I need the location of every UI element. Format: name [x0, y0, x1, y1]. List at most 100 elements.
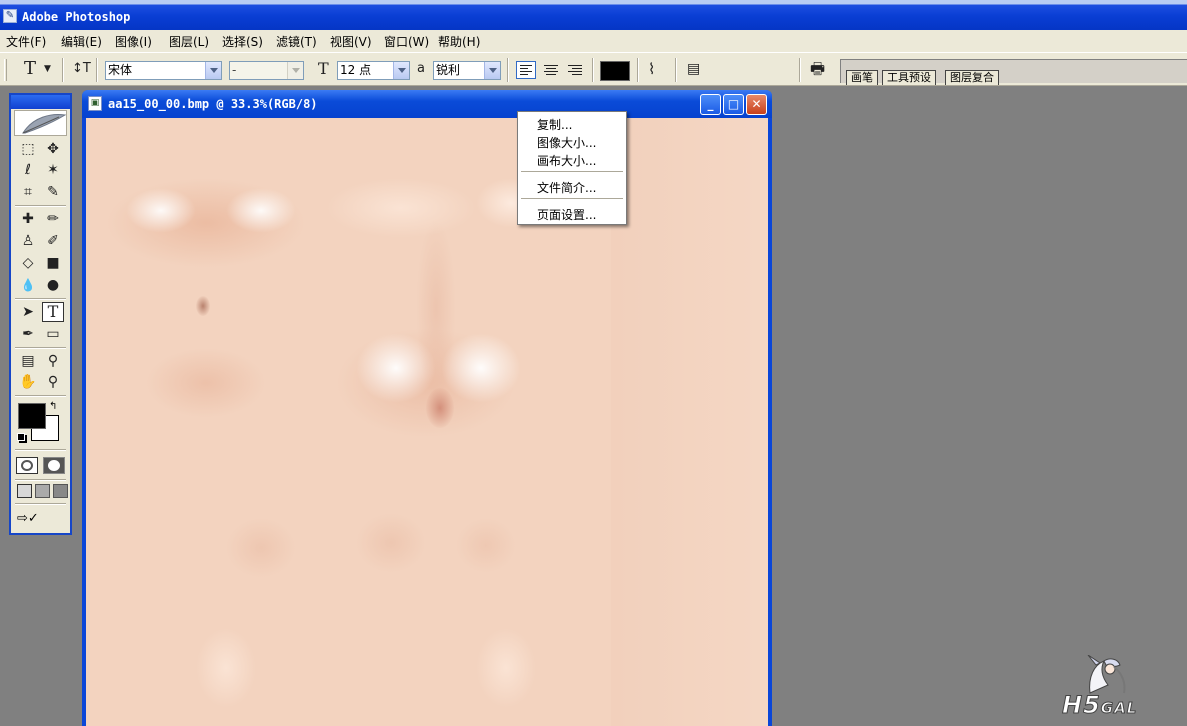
screen-mode-full-menu-button[interactable] — [35, 484, 50, 498]
lasso-tool-icon[interactable]: ℓ — [17, 160, 39, 180]
chevron-down-icon[interactable] — [205, 62, 221, 79]
menu-filter[interactable]: 滤镜(T) — [276, 33, 317, 50]
watermark-text: H5GAL — [1062, 691, 1138, 720]
screen-mode-standard-button[interactable] — [17, 484, 32, 498]
menu-item-duplicate[interactable]: 复制... — [537, 116, 572, 133]
align-center-button[interactable] — [541, 61, 561, 79]
texture-shading — [146, 348, 266, 418]
chevron-down-icon[interactable] — [287, 62, 303, 79]
brush-tool-icon[interactable]: ✏ — [42, 209, 64, 229]
move-tool-icon[interactable]: ✥ — [42, 139, 64, 159]
document-title: aa15_00_00.bmp @ 33.3%(RGB/8) — [108, 97, 318, 111]
menu-item-file-info[interactable]: 文件简介... — [537, 179, 596, 196]
palettes-toggle-icon[interactable]: ▤ — [687, 59, 700, 79]
options-separator — [637, 58, 639, 82]
healing-brush-icon[interactable]: ✚ — [17, 209, 39, 229]
hand-tool-icon[interactable]: ✋ — [17, 372, 39, 392]
file-browser-icon[interactable]: 🖶 — [810, 59, 825, 79]
slice-tool-icon[interactable]: ✎ — [42, 182, 64, 202]
foreground-color-swatch[interactable] — [18, 403, 46, 429]
tab-tool-presets[interactable]: 工具预设 — [882, 70, 936, 85]
toolbox: ⬚ ✥ ℓ ✶ ⌗ ✎ ✚ ✏ ♙ ✐ ◇ ■ 💧 ● ➤ T ✒ ▭ ▤ ⚲ … — [9, 93, 72, 535]
type-tool-preset-icon[interactable]: T — [24, 59, 36, 79]
watermark-text-main: H5 — [1062, 691, 1101, 720]
dodge-tool-icon[interactable]: ● — [42, 275, 64, 295]
menu-window[interactable]: 窗口(W) — [384, 33, 429, 50]
jump-to-imageready-icon[interactable]: ⇨✓ — [17, 510, 63, 528]
default-colors-icon[interactable] — [17, 433, 25, 441]
toolbox-separator — [15, 395, 66, 397]
tab-brushes[interactable]: 画笔 — [846, 70, 878, 85]
swap-colors-icon[interactable]: ↰ — [49, 401, 57, 412]
screen-mode-full-button[interactable] — [53, 484, 68, 498]
app-titlebar: ✎ Adobe Photoshop — [0, 0, 1187, 30]
menu-view[interactable]: 视图(V) — [330, 33, 372, 50]
standard-mode-button[interactable] — [16, 457, 38, 474]
tab-layer-comps[interactable]: 图层复合 — [945, 70, 999, 85]
menu-item-page-setup[interactable]: 页面设置... — [537, 206, 596, 223]
text-color-swatch[interactable] — [600, 61, 630, 81]
type-tool-icon[interactable]: T — [42, 302, 64, 322]
crop-tool-icon[interactable]: ⌗ — [17, 182, 39, 202]
align-right-button[interactable] — [565, 61, 585, 79]
options-separator — [592, 58, 594, 82]
anti-alias-select[interactable]: 锐利 — [433, 61, 501, 80]
menu-item-image-size[interactable]: 图像大小... — [537, 134, 596, 151]
marquee-tool-icon[interactable]: ⬚ — [17, 139, 39, 159]
notes-tool-icon[interactable]: ▤ — [17, 351, 39, 371]
path-select-icon[interactable]: ➤ — [17, 302, 39, 322]
chevron-down-icon[interactable] — [484, 62, 500, 79]
palette-well: 画笔 工具预设 图层复合 — [840, 59, 1187, 85]
options-separator — [799, 58, 801, 82]
shape-tool-icon[interactable]: ▭ — [42, 324, 64, 344]
anti-alias-icon: a — [417, 61, 425, 76]
menu-layer[interactable]: 图层(L) — [169, 33, 209, 50]
options-bar: T ▼ ↕T 宋体 - T 12 点 a 锐利 ⌇ ▤ 🖶 画笔 工具预设 图层… — [0, 52, 1187, 86]
toolbox-titlebar[interactable] — [11, 95, 70, 109]
clone-stamp-icon[interactable]: ♙ — [17, 231, 39, 251]
font-style-select[interactable]: - — [229, 61, 304, 80]
menu-select[interactable]: 选择(S) — [222, 33, 263, 50]
quick-mask-mode-button[interactable] — [43, 457, 65, 474]
options-separator — [507, 58, 509, 82]
chevron-down-icon[interactable] — [393, 62, 409, 79]
zoom-tool-icon[interactable]: ⚲ — [42, 372, 64, 392]
watermark-text-small: GAL — [1100, 699, 1138, 718]
minimize-button[interactable]: _ — [700, 94, 721, 115]
menu-edit[interactable]: 编辑(E) — [61, 33, 102, 50]
texture-highlight — [326, 178, 476, 238]
document-titlebar[interactable]: ▣ aa15_00_00.bmp @ 33.3%(RGB/8) _ □ ✕ — [82, 90, 772, 118]
menu-image[interactable]: 图像(I) — [115, 33, 152, 50]
menu-help[interactable]: 帮助(H) — [438, 33, 480, 50]
close-button[interactable]: ✕ — [746, 94, 767, 115]
font-size-value: 12 点 — [340, 63, 372, 77]
eyedropper-icon[interactable]: ⚲ — [42, 351, 64, 371]
pen-tool-icon[interactable]: ✒ — [17, 324, 39, 344]
photoshop-feather-icon[interactable]: ✎ — [3, 9, 17, 23]
blur-tool-icon[interactable]: 💧 — [17, 275, 39, 295]
preset-dropdown-arrow-icon[interactable]: ▼ — [44, 59, 51, 79]
magic-wand-icon[interactable]: ✶ — [42, 160, 64, 180]
texture-detail — [196, 296, 210, 316]
texture-panel — [611, 118, 768, 726]
options-bar-grip[interactable] — [4, 59, 7, 81]
feather-logo-icon[interactable] — [14, 110, 67, 136]
menu-file[interactable]: 文件(F) — [6, 33, 46, 50]
texture-shading — [416, 218, 456, 398]
watermark-logo: H5GAL — [1060, 655, 1186, 721]
maximize-button[interactable]: □ — [723, 94, 744, 115]
history-brush-icon[interactable]: ✐ — [42, 231, 64, 251]
font-family-select[interactable]: 宋体 — [105, 61, 222, 80]
font-size-select[interactable]: 12 点 — [337, 61, 410, 80]
image-canvas[interactable] — [86, 118, 768, 726]
gradient-tool-icon[interactable]: ■ — [42, 253, 64, 273]
align-left-button[interactable] — [516, 61, 536, 79]
menu-item-canvas-size[interactable]: 画布大小... — [537, 152, 596, 169]
options-separator — [96, 58, 98, 82]
font-style-value: - — [232, 63, 237, 77]
text-orientation-icon[interactable]: ↕T — [72, 59, 91, 79]
warp-text-icon[interactable]: ⌇ — [648, 59, 655, 79]
eraser-tool-icon[interactable]: ◇ — [17, 253, 39, 273]
toolbox-separator — [15, 479, 66, 481]
toolbox-separator — [15, 205, 66, 207]
